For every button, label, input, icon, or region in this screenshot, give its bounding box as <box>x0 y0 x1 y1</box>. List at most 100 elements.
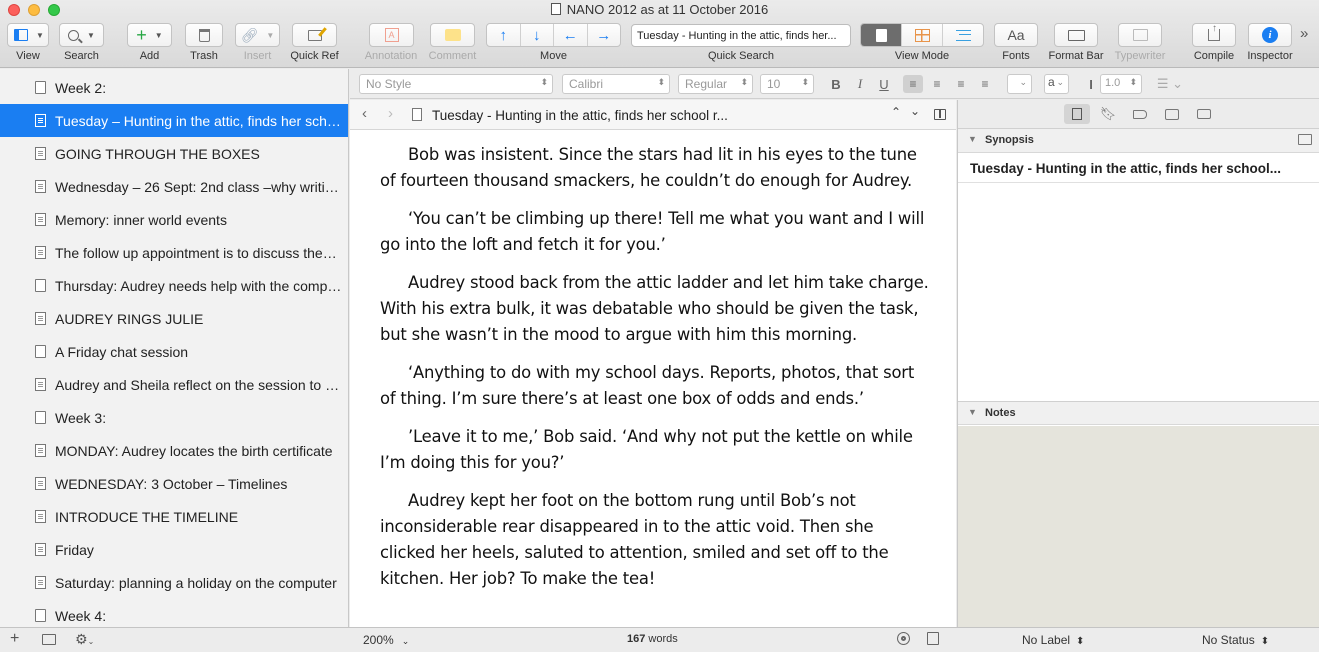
notes-header[interactable]: ▼ Notes <box>958 401 1319 425</box>
label-select[interactable]: No Label ⬍ <box>1022 633 1084 647</box>
compile-button[interactable]: ↑ <box>1192 23 1236 47</box>
list-button[interactable]: ☰ ⌄ <box>1155 75 1185 93</box>
add-folder-button[interactable] <box>42 634 56 648</box>
move-right-button[interactable]: → <box>588 24 621 46</box>
fonts-button[interactable]: Aa <box>994 23 1038 47</box>
word-count-value: 167 <box>627 633 646 645</box>
binder-item[interactable]: A Friday chat session <box>0 335 348 368</box>
text-color-select[interactable]: a ⌄ <box>1044 74 1069 94</box>
view-button[interactable]: ▼ <box>7 23 49 47</box>
format-bar: No Style ⬍ Calibri ⬍ Regular ⬍ 10 ⬍ B I U ≡ … <box>350 69 1319 99</box>
comment-add-button[interactable] <box>927 632 939 648</box>
previous-document-button[interactable]: ⌃ <box>891 105 901 119</box>
synopsis-title-field[interactable]: Tuesday - Hunting in the attic, finds he… <box>958 153 1319 183</box>
move-left-button[interactable]: ← <box>554 24 588 46</box>
binder-item[interactable]: WEDNESDAY: 3 October – Timelines <box>0 467 348 500</box>
binder-item[interactable]: AUDREY RINGS JULIE <box>0 302 348 335</box>
font-weight-value: Regular <box>685 77 728 91</box>
view-mode-document-button[interactable] <box>861 24 902 46</box>
binder-sidebar: Week 2: Tuesday – Hunting in the attic, f… <box>0 69 349 627</box>
status-select[interactable]: No Status ⬍ <box>1202 633 1269 647</box>
binder-item[interactable]: Memory: inner world events <box>0 203 348 236</box>
binder-item[interactable]: GOING THROUGH THE BOXES <box>0 137 348 170</box>
notes-text-area[interactable] <box>958 426 1319 627</box>
insert-button[interactable]: 🔗︎ ▼ <box>235 23 280 47</box>
metadata-tab[interactable] <box>1127 104 1153 124</box>
arrow-up-icon: ↑ <box>499 26 508 44</box>
move-down-button[interactable]: ↓ <box>521 24 554 46</box>
comment-button[interactable] <box>430 23 475 47</box>
synopsis-header[interactable]: ▼ Synopsis <box>958 129 1319 153</box>
target-button[interactable] <box>897 632 910 648</box>
binder-item[interactable]: Saturday: planning a holiday on the comp… <box>0 566 348 599</box>
binder-item-label: Memory: inner world events <box>55 211 227 228</box>
align-right-button[interactable]: ≡ <box>951 75 971 93</box>
zoom-select[interactable]: 200% ⌄ <box>363 633 409 647</box>
quick-ref-button[interactable] <box>292 23 337 47</box>
italic-button[interactable]: I <box>853 75 867 93</box>
forward-button[interactable]: › <box>388 105 393 122</box>
binder-item[interactable]: MONDAY: Audrey locates the birth certifi… <box>0 434 348 467</box>
binder-item[interactable]: INTRODUCE THE TIMELINE <box>0 500 348 533</box>
binder-item[interactable]: Week 3: <box>0 401 348 434</box>
back-button[interactable]: ‹ <box>362 105 367 122</box>
notes-tab[interactable] <box>1064 104 1090 124</box>
editor-text-area[interactable]: Bob was insistent. Since the stars had l… <box>350 130 956 627</box>
editor-paragraph: ‘Anything to do with my school days. Rep… <box>380 363 915 408</box>
split-editor-button[interactable] <box>934 109 946 120</box>
font-size-select[interactable]: 10 ⬍ <box>760 74 814 94</box>
binder-item[interactable]: Audrey and Sheila reflect on the session… <box>0 368 348 401</box>
add-button[interactable]: + ▼ <box>127 23 172 47</box>
next-document-button[interactable]: ⌄ <box>910 104 920 118</box>
highlight-color-select[interactable]: ⌄ <box>1007 74 1032 94</box>
image-icon[interactable] <box>1298 134 1312 145</box>
format-bar-button[interactable] <box>1054 23 1098 47</box>
typewriter-button[interactable] <box>1118 23 1162 47</box>
binder-item[interactable]: Week 2: <box>0 71 348 104</box>
move-up-button[interactable]: ↑ <box>487 24 521 46</box>
style-select-value: No Style <box>366 77 412 91</box>
line-spacing-icon: I <box>1089 76 1093 92</box>
binder-item[interactable]: Wednesday – 26 Sept: 2nd class –why writ… <box>0 170 348 203</box>
binder-item[interactable]: The follow up appointment is to discuss … <box>0 236 348 269</box>
binder-item[interactable]: Tuesday – Hunting in the attic, finds he… <box>0 104 348 137</box>
document-icon <box>35 378 46 391</box>
chevron-down-icon: ▼ <box>87 30 95 40</box>
binder-item[interactable]: Week 4: <box>0 599 348 627</box>
search-button[interactable]: ▼ <box>59 23 104 47</box>
binder-item-label: WEDNESDAY: 3 October – Timelines <box>55 475 288 492</box>
toolbar-overflow-button[interactable]: » <box>1300 25 1308 42</box>
align-justify-button[interactable]: ≡ <box>975 75 995 93</box>
style-select[interactable]: No Style ⬍ <box>359 74 553 94</box>
binder-item-label: Audrey and Sheila reflect on the session… <box>55 376 345 393</box>
text-color-value: a <box>1048 75 1055 89</box>
align-justify-icon: ≡ <box>981 77 989 91</box>
font-family-select[interactable]: Calibri ⬍ <box>562 74 670 94</box>
binder-item[interactable]: Friday <box>0 533 348 566</box>
trash-button[interactable] <box>185 23 223 47</box>
quick-search-field[interactable]: Tuesday - Hunting in the attic, finds he… <box>631 24 851 47</box>
bold-button[interactable]: B <box>829 75 843 93</box>
align-left-icon: ≡ <box>909 77 917 91</box>
line-spacing-select[interactable]: 1.0 ⬍ <box>1100 74 1142 94</box>
settings-menu-button[interactable]: ⚙︎⌄ <box>75 631 94 648</box>
add-item-button[interactable]: + <box>10 630 19 648</box>
comments-tab[interactable] <box>1191 104 1217 124</box>
align-left-button[interactable]: ≡ <box>903 75 923 93</box>
binder-item[interactable]: Thursday: Audrey needs help with the com… <box>0 269 348 302</box>
inspector-button[interactable]: i <box>1248 23 1292 47</box>
synopsis-text-area[interactable] <box>958 183 1319 401</box>
align-center-icon: ≡ <box>933 77 941 91</box>
document-icon <box>35 477 46 490</box>
annotation-button[interactable]: A <box>369 23 414 47</box>
bookmarks-tab[interactable]: 🔖︎ <box>1095 104 1121 124</box>
view-mode-corkboard-button[interactable] <box>902 24 943 46</box>
snapshots-tab[interactable] <box>1159 104 1185 124</box>
underline-button[interactable]: U <box>877 75 891 93</box>
align-center-button[interactable]: ≡ <box>927 75 947 93</box>
font-weight-select[interactable]: Regular ⬍ <box>678 74 753 94</box>
camera-icon <box>1165 108 1179 120</box>
view-mode-outliner-button[interactable] <box>943 24 983 46</box>
binder-item-label: Week 3: <box>55 409 107 426</box>
arrow-right-icon: → <box>596 26 612 44</box>
